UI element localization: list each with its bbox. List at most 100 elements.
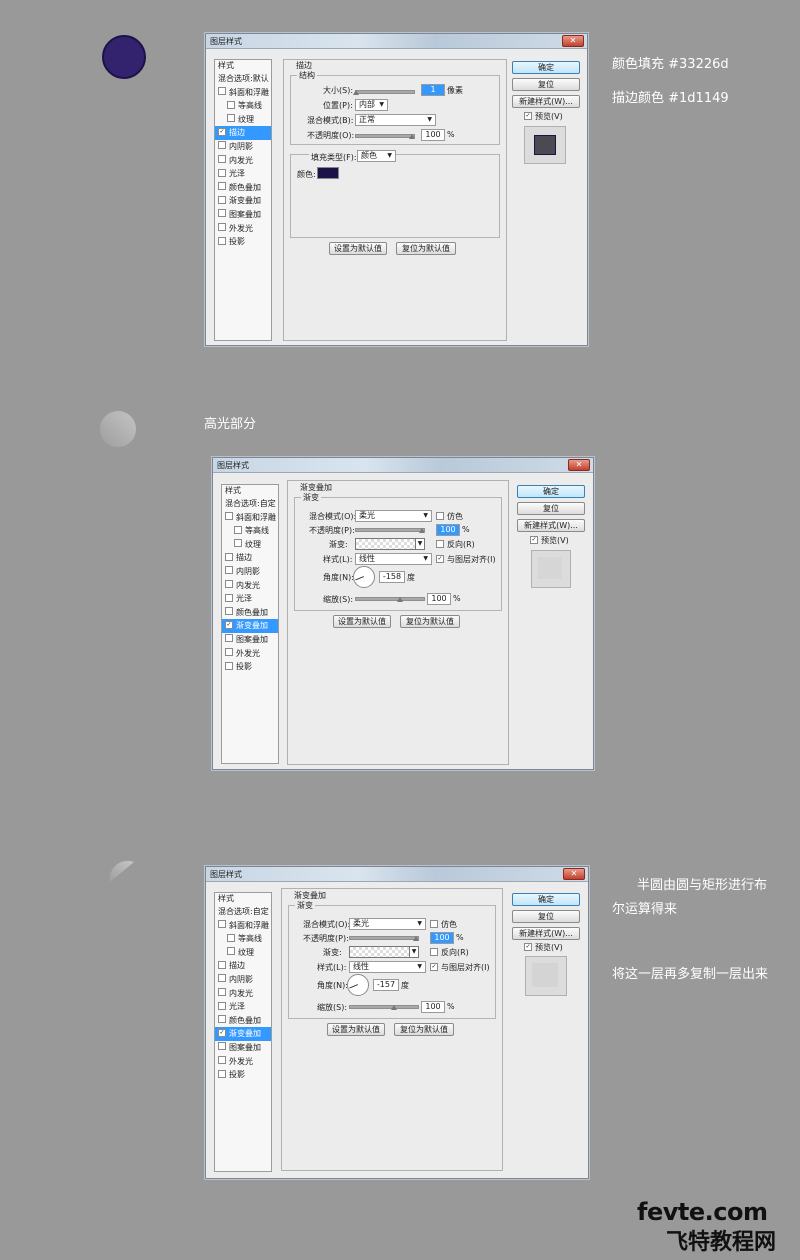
style-list-item[interactable]: 内阴影 bbox=[222, 565, 278, 579]
style-list-item[interactable]: 外发光 bbox=[215, 222, 271, 236]
style-list-item[interactable]: 颜色叠加 bbox=[222, 606, 278, 620]
reset-button[interactable]: 复位 bbox=[517, 502, 585, 515]
checkbox-checked-icon[interactable]: ✓ bbox=[218, 127, 226, 136]
style-list-item[interactable]: ✓ 描边 bbox=[215, 126, 271, 140]
scale-slider[interactable] bbox=[349, 1005, 419, 1009]
style-list-item[interactable]: 混合选项:自定 bbox=[215, 905, 271, 919]
reverse-checkbox[interactable]: 反向(R) bbox=[436, 539, 475, 550]
style-list-item[interactable]: 图案叠加 bbox=[222, 633, 278, 647]
style-list-item[interactable]: 光泽 bbox=[215, 1000, 271, 1014]
opacity-slider-knob[interactable] bbox=[409, 134, 415, 139]
style-list-item[interactable]: 描边 bbox=[215, 959, 271, 973]
checkbox-icon[interactable] bbox=[225, 566, 233, 575]
style-list-item[interactable]: 斜面和浮雕 bbox=[222, 511, 278, 525]
checkbox-icon[interactable] bbox=[218, 920, 226, 929]
style-list-item[interactable]: 图案叠加 bbox=[215, 1041, 271, 1055]
style-list-item[interactable]: ✓ 渐变叠加 bbox=[222, 619, 278, 633]
gradient-picker[interactable]: ▼ bbox=[349, 946, 419, 958]
chevron-down-icon[interactable]: ▼ bbox=[415, 538, 425, 550]
style-list-item[interactable]: 颜色叠加 bbox=[215, 1014, 271, 1028]
style-list-item[interactable]: 混合选项:自定 bbox=[222, 497, 278, 511]
checkbox-icon[interactable] bbox=[225, 580, 233, 589]
reset-button[interactable]: 复位 bbox=[512, 78, 580, 91]
make-default-button[interactable]: 设置为默认值 bbox=[329, 242, 387, 255]
checkbox-icon[interactable] bbox=[227, 933, 235, 942]
preview-checkbox[interactable]: ✓ 预览(V) bbox=[524, 942, 563, 953]
checkbox-icon[interactable] bbox=[227, 114, 235, 123]
new-style-button[interactable]: 新建样式(W)... bbox=[512, 927, 580, 940]
style-list-item[interactable]: 渐变叠加 bbox=[215, 194, 271, 208]
style-select[interactable]: 线性 ▼ bbox=[349, 961, 426, 973]
checkbox-icon[interactable] bbox=[227, 947, 235, 956]
checkbox-icon[interactable] bbox=[218, 1042, 226, 1051]
angle-input[interactable]: -158 bbox=[379, 571, 405, 583]
style-list-item[interactable]: 内阴影 bbox=[215, 140, 271, 154]
new-style-button[interactable]: 新建样式(W)... bbox=[517, 519, 585, 532]
stroke-color-swatch[interactable] bbox=[317, 167, 339, 179]
blend-mode-select[interactable]: 柔光 ▼ bbox=[349, 918, 426, 930]
style-list-item[interactable]: 图案叠加 bbox=[215, 208, 271, 222]
style-list-item[interactable]: 外发光 bbox=[222, 647, 278, 661]
angle-dial[interactable] bbox=[347, 974, 369, 996]
make-default-button[interactable]: 设置为默认值 bbox=[333, 615, 391, 628]
scale-slider-knob[interactable] bbox=[397, 597, 403, 602]
style-select[interactable]: 线性 ▼ bbox=[355, 553, 432, 565]
checkbox-icon[interactable] bbox=[218, 974, 226, 983]
style-list-item[interactable]: 斜面和浮雕 bbox=[215, 86, 271, 100]
angle-dial[interactable] bbox=[353, 566, 375, 588]
style-list-item[interactable]: 纹理 bbox=[215, 946, 271, 960]
checkbox-icon[interactable] bbox=[225, 661, 233, 670]
checkbox-icon[interactable] bbox=[225, 634, 233, 643]
style-list-item[interactable]: 内阴影 bbox=[215, 973, 271, 987]
checkbox-icon[interactable] bbox=[218, 168, 226, 177]
new-style-button[interactable]: 新建样式(W)... bbox=[512, 95, 580, 108]
checkbox-icon[interactable] bbox=[218, 195, 226, 204]
preview-checkbox[interactable]: ✓ 预览(V) bbox=[530, 535, 569, 546]
opacity-input[interactable]: 100 bbox=[430, 932, 454, 944]
dither-checkbox[interactable]: 仿色 bbox=[430, 919, 457, 930]
scale-input[interactable]: 100 bbox=[421, 1001, 445, 1013]
angle-input[interactable]: -157 bbox=[373, 979, 399, 991]
reset-to-default-button[interactable]: 复位为默认值 bbox=[400, 615, 460, 628]
close-button[interactable]: ✕ bbox=[568, 459, 590, 471]
style-list-item[interactable]: 纹理 bbox=[222, 538, 278, 552]
style-list-item[interactable]: 光泽 bbox=[222, 592, 278, 606]
style-list-item[interactable]: 描边 bbox=[222, 551, 278, 565]
checkbox-icon[interactable] bbox=[218, 236, 226, 245]
style-list-item[interactable]: 光泽 bbox=[215, 167, 271, 181]
checkbox-icon[interactable] bbox=[234, 525, 242, 534]
style-list-item[interactable]: 外发光 bbox=[215, 1055, 271, 1069]
checkbox-checked-icon[interactable]: ✓ bbox=[218, 1028, 226, 1037]
ok-button[interactable]: 确定 bbox=[512, 893, 580, 906]
checkbox-icon[interactable] bbox=[218, 1015, 226, 1024]
ok-button[interactable]: 确定 bbox=[517, 485, 585, 498]
scale-input[interactable]: 100 bbox=[427, 593, 451, 605]
opacity-input[interactable]: 100 bbox=[421, 129, 445, 141]
opacity-slider-knob[interactable] bbox=[419, 528, 425, 533]
close-button[interactable]: ✕ bbox=[562, 35, 584, 47]
style-list-item[interactable]: 内发光 bbox=[215, 154, 271, 168]
ok-button[interactable]: 确定 bbox=[512, 61, 580, 74]
checkbox-icon[interactable] bbox=[218, 1056, 226, 1065]
style-list-item[interactable]: ✓ 渐变叠加 bbox=[215, 1027, 271, 1041]
checkbox-checked-icon[interactable]: ✓ bbox=[225, 620, 233, 629]
style-list-item[interactable]: 等高线 bbox=[215, 932, 271, 946]
checkbox-icon[interactable] bbox=[225, 593, 233, 602]
checkbox-icon[interactable] bbox=[225, 552, 233, 561]
checkbox-icon[interactable] bbox=[218, 209, 226, 218]
make-default-button[interactable]: 设置为默认值 bbox=[327, 1023, 385, 1036]
opacity-slider[interactable] bbox=[355, 528, 425, 532]
gradient-picker[interactable]: ▼ bbox=[355, 538, 425, 550]
style-list-item[interactable]: 投影 bbox=[215, 1068, 271, 1082]
reset-to-default-button[interactable]: 复位为默认值 bbox=[394, 1023, 454, 1036]
checkbox-icon[interactable] bbox=[234, 539, 242, 548]
style-list-item[interactable]: 投影 bbox=[215, 235, 271, 249]
reset-button[interactable]: 复位 bbox=[512, 910, 580, 923]
opacity-slider[interactable] bbox=[349, 936, 419, 940]
fill-type-select[interactable]: 颜色 ▼ bbox=[357, 150, 396, 162]
checkbox-icon[interactable] bbox=[218, 1001, 226, 1010]
size-slider-knob[interactable] bbox=[353, 90, 359, 95]
style-list-item[interactable]: 颜色叠加 bbox=[215, 181, 271, 195]
opacity-slider[interactable] bbox=[355, 134, 415, 138]
align-checkbox[interactable]: ✓ 与图层对齐(I) bbox=[430, 962, 490, 973]
